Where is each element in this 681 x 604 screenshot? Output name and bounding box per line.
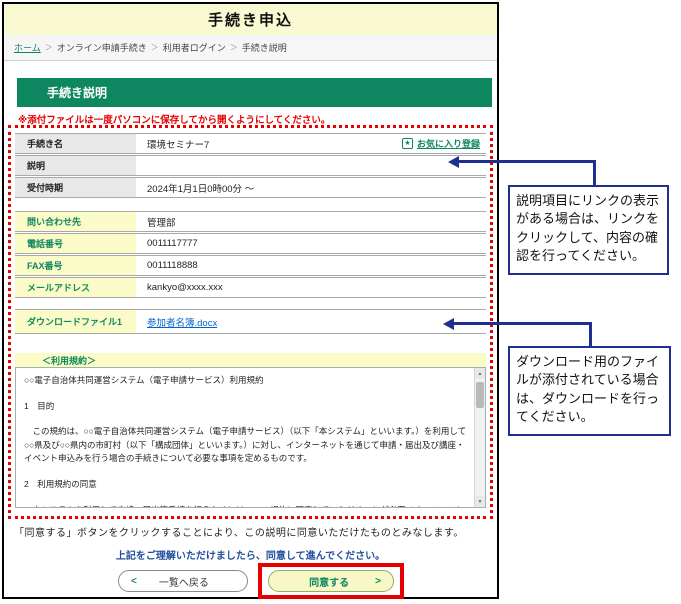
- table-row-contact: 問い合わせ先 管理部: [15, 211, 486, 232]
- breadcrumb-item: オンライン申請手続き: [56, 43, 147, 53]
- row-value: 0011118888: [147, 260, 198, 271]
- agree-button[interactable]: 同意する >: [268, 570, 394, 592]
- table-row-phone: 電話番号 0011117777: [15, 233, 486, 254]
- terms-of-use-header: ＜利用規約＞: [15, 353, 486, 367]
- breadcrumb-item: 利用者ログイン: [162, 43, 226, 53]
- bookmark-icon: ★: [401, 138, 413, 149]
- row-label: 説明: [15, 156, 136, 175]
- breadcrumb-item: 手続き説明: [241, 43, 287, 53]
- screenshot-canvas: 手続き申込 ホーム ＞ オンライン申請手続き ＞ 利用者ログイン ＞ 手続き説明…: [0, 0, 681, 604]
- page-title-bar: 手続き申込: [4, 4, 497, 35]
- agree-button-label: 同意する: [309, 577, 350, 589]
- terms-section1-body: この規約は、○○電子自治体共同運営システム（電子申請サービス）（以下「本システム…: [24, 426, 467, 464]
- callout1-connector: [593, 160, 596, 186]
- terms-section2-heading: 2 利用規約の同意: [24, 478, 97, 489]
- callout1-connector: [458, 160, 596, 163]
- attachment-warning-note: ※添付ファイルは一度パソコンに保存してから開くようにしてください。: [18, 115, 331, 126]
- row-label: FAX番号: [15, 256, 136, 275]
- table-row-reception-period: 受付時期 2024年1月1日0時00分 ～: [15, 177, 486, 198]
- terms-section2-body: 本システムを利用して申請・届出等手続を行うためには、この規約に同意していただくこ…: [24, 504, 467, 507]
- callout2-connector: [453, 322, 592, 325]
- row-value: 0011117777: [147, 238, 198, 249]
- table-row-description: 説明: [15, 155, 486, 176]
- terms-title: ○○電子自治体共同運営システム（電子申請サービス）利用規約: [24, 375, 264, 385]
- agree-explanation-note: 「同意する」ボタンをクリックすることにより、この説明に同意いただけたものとみなし…: [14, 528, 464, 539]
- favorite-register-link[interactable]: ★ お気に入り登録: [401, 134, 480, 153]
- favorite-register-label: お気に入り登録: [416, 139, 480, 149]
- section-header: 手続き説明: [17, 78, 492, 107]
- row-value: 管理部: [147, 217, 176, 229]
- callout-link-note: 説明項目にリンクの表示がある場合は、リンクをクリックして、内容の確認を行ってくだ…: [508, 185, 669, 275]
- back-to-list-button[interactable]: < 一覧へ戻る: [118, 570, 248, 592]
- table-row-download-file: ダウンロードファイル1 参加者名簿.docx: [15, 309, 486, 334]
- row-value: 環境セミナー7: [147, 139, 210, 151]
- row-label: 電話番号: [15, 234, 136, 253]
- procedure-detail-panel: 手続き名 環境セミナー7 ★ お気に入り登録 説明 受付時期 2024年1月1日…: [8, 125, 493, 519]
- back-button-label: 一覧へ戻る: [158, 577, 209, 589]
- row-label: 問い合わせ先: [15, 212, 136, 231]
- row-label: メールアドレス: [15, 278, 136, 297]
- row-label: ダウンロードファイル1: [15, 310, 136, 333]
- row-value: kankyo@xxxx.xxx: [147, 282, 223, 293]
- breadcrumb-separator-icon: ＞: [150, 43, 159, 52]
- terms-scrollbar[interactable]: ▲ ▼: [474, 368, 485, 507]
- scrollbar-thumb[interactable]: [476, 382, 484, 408]
- terms-section1-heading: 1 目的: [24, 400, 55, 411]
- application-page: 手続き申込 ホーム ＞ オンライン申請手続き ＞ 利用者ログイン ＞ 手続き説明…: [2, 2, 499, 599]
- proceed-instruction-note: 上記をご理解いただけましたら、同意して進んでください。: [115, 551, 386, 562]
- table-row-email: メールアドレス kankyo@xxxx.xxx: [15, 277, 486, 298]
- row-label: 手続き名: [15, 134, 136, 153]
- scroll-down-icon[interactable]: ▼: [475, 496, 485, 507]
- next-arrow-icon: >: [375, 575, 381, 587]
- breadcrumb-separator-icon: ＞: [229, 43, 238, 52]
- table-row-fax: FAX番号 0011118888: [15, 255, 486, 276]
- callout-download-note: ダウンロード用のファイルが添付されている場合は、ダウンロードを行ってください。: [508, 346, 671, 436]
- page-title: 手続き申込: [207, 12, 293, 29]
- breadcrumb: ホーム ＞ オンライン申請手続き ＞ 利用者ログイン ＞ 手続き説明: [4, 35, 497, 61]
- row-value: 2024年1月1日0時00分 ～: [147, 183, 255, 195]
- scroll-up-icon[interactable]: ▲: [475, 368, 485, 379]
- table-row-procedure-name: 手続き名 環境セミナー7 ★ お気に入り登録: [15, 133, 486, 154]
- download-file-link[interactable]: 参加者名簿.docx: [147, 315, 217, 329]
- terms-of-use-scrollbox[interactable]: ○○電子自治体共同運営システム（電子申請サービス）利用規約 1 目的 この規約は…: [15, 367, 486, 508]
- breadcrumb-home-link[interactable]: ホーム: [14, 41, 41, 54]
- row-label: 受付時期: [15, 178, 136, 197]
- callout2-connector: [589, 322, 592, 347]
- breadcrumb-separator-icon: ＞: [44, 43, 53, 52]
